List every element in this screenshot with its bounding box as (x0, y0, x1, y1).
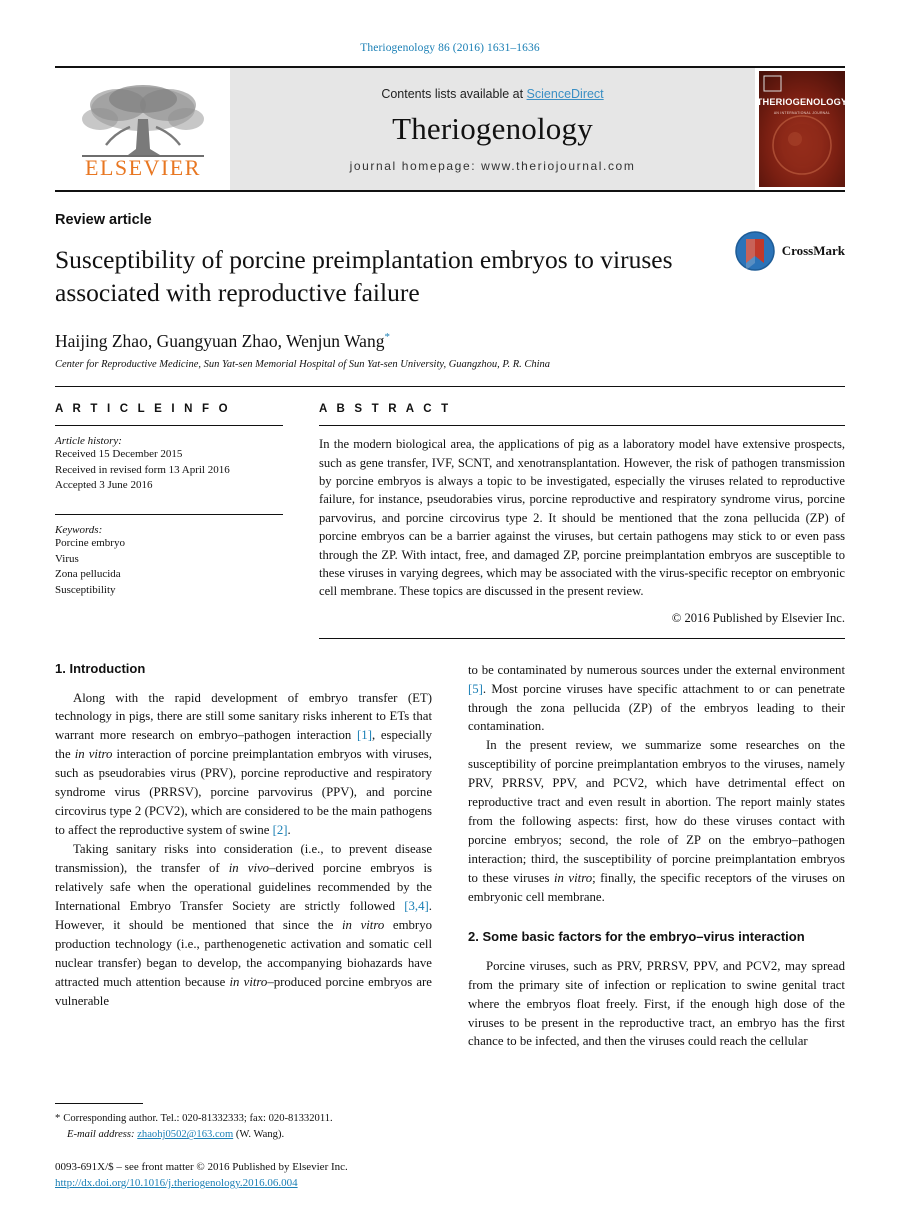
crossmark-label: CrossMark (781, 243, 845, 258)
keyword-item: Susceptibility (55, 583, 116, 596)
svg-text:ELSEVIER: ELSEVIER (85, 155, 201, 179)
contents-prefix: Contents lists available at (381, 87, 527, 101)
paragraph: Taking sanitary risks into consideration… (55, 840, 432, 1010)
elsevier-logo-container: ELSEVIER (55, 68, 230, 190)
title-block: CrossMark Review article Susceptibility … (55, 192, 845, 388)
text-run: interaction of porcine preimplantation e… (55, 747, 432, 838)
svg-text:AN INTERNATIONAL JOURNAL: AN INTERNATIONAL JOURNAL (774, 111, 830, 115)
footnote-star: * (55, 1113, 61, 1125)
journal-masthead: ELSEVIER Contents lists available at Sci… (55, 68, 845, 192)
article-type: Review article (55, 212, 152, 228)
keyword-item: Porcine embryo (55, 537, 125, 550)
section-heading-introduction: 1. Introduction (55, 660, 146, 676)
paragraph: Along with the rapid development of embr… (55, 689, 432, 841)
corresponding-author-note: * Corresponding author. Tel.: 020-8133233… (55, 1111, 445, 1143)
text-run: to be contaminated by numerous sources u… (468, 662, 845, 677)
elsevier-logo: ELSEVIER (81, 85, 204, 179)
abstract-column: A B S T R A C T In the modern biological… (319, 403, 845, 639)
abstract-copyright: © 2016 Published by Elsevier Inc. (671, 610, 845, 625)
crossmark-badge[interactable]: CrossMark (734, 230, 845, 272)
article-history-title: Article history: (55, 435, 122, 448)
history-received: Received 15 December 2015 (55, 448, 183, 461)
email-label: E-mail address: (67, 1129, 135, 1141)
citation-ref[interactable]: [2] (273, 823, 288, 837)
keyword-item: Virus (55, 552, 79, 565)
abstract-text: In the modern biological area, the appli… (319, 437, 845, 599)
article-info-rule (55, 425, 283, 427)
history-accepted: Accepted 3 June 2016 (55, 479, 153, 492)
doi-link[interactable]: http://dx.doi.org/10.1016/j.theriogenolo… (55, 1177, 298, 1189)
email-owner: (W. Wang). (235, 1129, 285, 1141)
italic-term: in vivo (228, 860, 270, 875)
issn-front-matter: 0093-691X/$ – see front matter © 2016 Pu… (55, 1161, 348, 1174)
citation-ref[interactable]: [5] (468, 682, 483, 696)
section-heading-basic-factors: 2. Some basic factors for the embryo–vir… (468, 928, 805, 944)
svg-text:THERIOGENOLOGY: THERIOGENOLOGY (759, 97, 845, 107)
body-column-right: to be contaminated by numerous sources u… (468, 661, 845, 1052)
affiliation: Center for Reproductive Medicine, Sun Ya… (55, 359, 551, 371)
text-run: . Most porcine viruses have specific att… (468, 681, 845, 734)
footer-region: * Corresponding author. Tel.: 020-8133233… (55, 1103, 445, 1192)
text-run: In the present review, we summarize some… (468, 738, 845, 885)
journal-title: Theriogenology (392, 111, 593, 146)
journal-cover-container: THERIOGENOLOGY AN INTERNATIONAL JOURNAL (755, 68, 845, 190)
history-revised: Received in revised form 13 April 2016 (55, 463, 230, 476)
citation-ref[interactable]: [3,4] (404, 899, 429, 913)
page-title: Susceptibility of porcine preimplantatio… (55, 245, 673, 307)
text-run: Porcine viruses, such as PRV, PRRSV, PPV… (468, 958, 845, 1049)
journal-cover-thumbnail: THERIOGENOLOGY AN INTERNATIONAL JOURNAL (759, 71, 845, 187)
imprint-block: 0093-691X/$ – see front matter © 2016 Pu… (55, 1160, 445, 1192)
email-link[interactable]: zhaohj0502@163.com (137, 1129, 233, 1140)
italic-term: in vitro (229, 974, 268, 989)
body-columns: 1. Introduction Along with the rapid dev… (55, 639, 845, 1052)
running-head: Theriogenology 86 (2016) 1631–1636 (360, 42, 540, 54)
keyword-item: Zona pellucida (55, 568, 121, 581)
contents-available-line: Contents lists available at ScienceDirec… (381, 87, 603, 101)
corresponding-author-marker[interactable]: * (384, 331, 390, 343)
article-info-column: A R T I C L E I N F O Article history: R… (55, 403, 283, 638)
paragraph: to be contaminated by numerous sources u… (468, 661, 845, 737)
keywords-rule (55, 514, 283, 516)
info-abstract-region: A R T I C L E I N F O Article history: R… (55, 387, 845, 639)
italic-term: in vitro (74, 747, 113, 762)
masthead-center: Contents lists available at ScienceDirec… (230, 68, 755, 190)
abstract-rule (319, 425, 845, 427)
paragraph: In the present review, we summarize some… (468, 736, 845, 906)
article-info-heading: A R T I C L E I N F O (55, 403, 231, 416)
abstract-heading: A B S T R A C T (319, 403, 452, 416)
title-bottom-rule (55, 386, 845, 388)
text-run: . (287, 823, 291, 838)
keywords-title: Keywords: (55, 524, 103, 537)
author-list: Haijing Zhao, Guangyuan Zhao, Wenjun Wan… (55, 331, 845, 352)
citation-ref[interactable]: [1] (357, 728, 372, 742)
italic-term: in vitro (553, 870, 593, 885)
corresponding-author-text: Corresponding author. Tel.: 020-81332333… (63, 1113, 333, 1125)
footnote-rule (55, 1103, 143, 1105)
crossmark-icon (734, 231, 775, 271)
author-names: Haijing Zhao, Guangyuan Zhao, Wenjun Wan… (55, 331, 385, 352)
sciencedirect-link[interactable]: ScienceDirect (527, 87, 604, 101)
journal-article-page: Theriogenology 86 (2016) 1631–1636 ELSEV… (0, 0, 900, 1230)
journal-homepage[interactable]: journal homepage: www.theriojournal.com (350, 159, 636, 173)
abstract-bottom-rule (319, 637, 845, 639)
body-column-left: 1. Introduction Along with the rapid dev… (55, 661, 432, 1052)
italic-term: in vitro (342, 917, 385, 932)
paragraph: Porcine viruses, such as PRV, PRRSV, PPV… (468, 957, 845, 1052)
